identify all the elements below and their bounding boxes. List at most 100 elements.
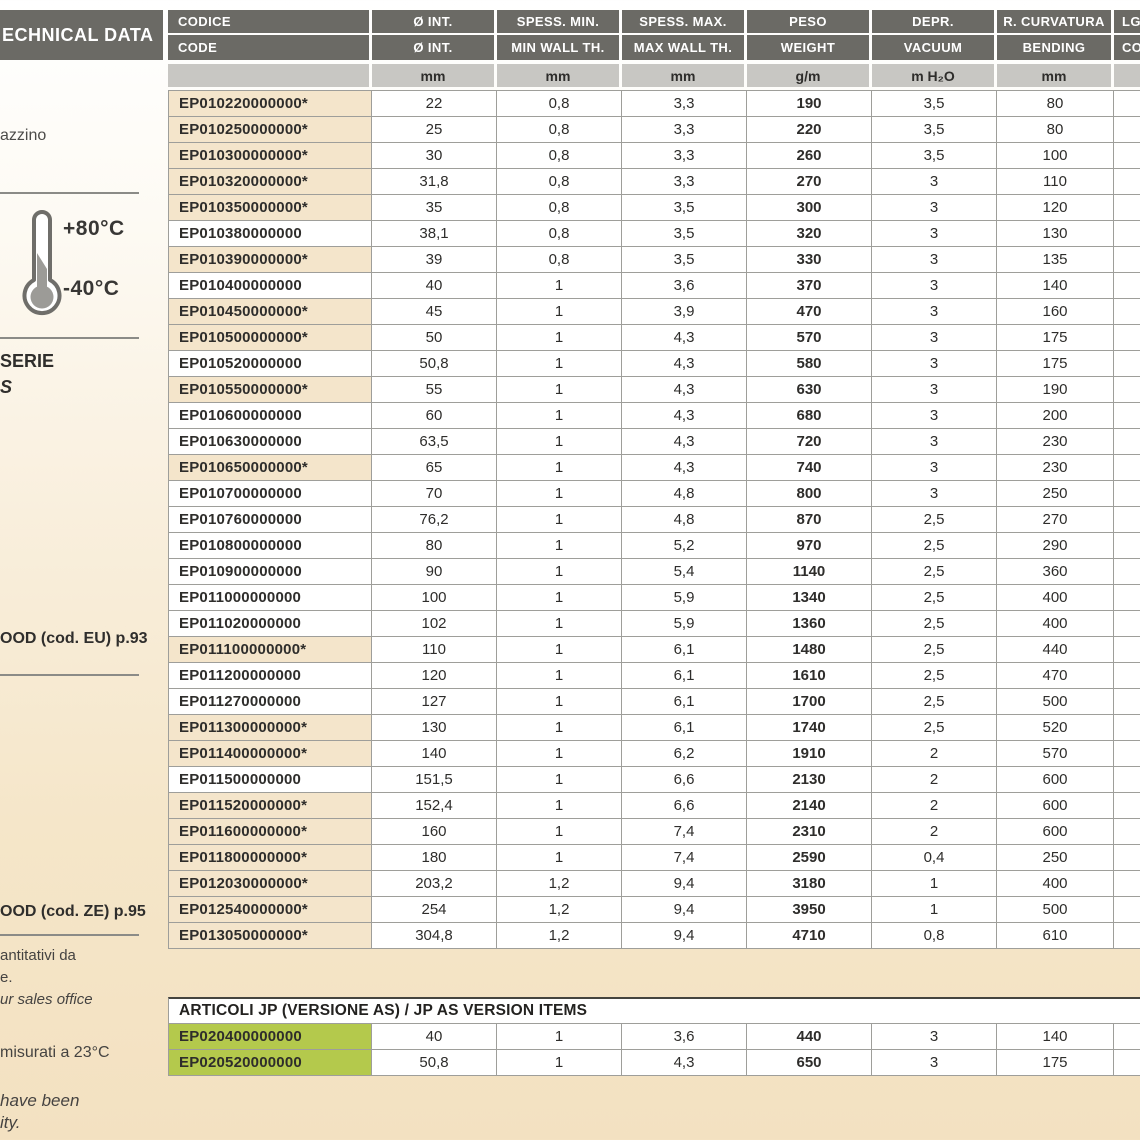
cell-value: 304,8 bbox=[372, 923, 497, 949]
cell-code: EP020400000000 bbox=[168, 1024, 372, 1050]
cell-value: 254 bbox=[372, 897, 497, 923]
cell-value: 2,5 bbox=[872, 507, 997, 533]
header-cell: mm bbox=[997, 64, 1114, 87]
table-row: EP011300000000*13016,117402,5520 bbox=[168, 715, 1140, 741]
cell-code: EP011200000000 bbox=[168, 663, 372, 689]
cell-code: EP012030000000* bbox=[168, 871, 372, 897]
cell-empty bbox=[1114, 91, 1140, 117]
cell-value: 3 bbox=[872, 299, 997, 325]
cell-value: 6,6 bbox=[622, 793, 747, 819]
header-cell: DEPR. bbox=[872, 10, 997, 33]
cell-value: 7,4 bbox=[622, 819, 747, 845]
header-cell: CODICE bbox=[168, 10, 372, 33]
cell-value: 6,1 bbox=[622, 663, 747, 689]
header-cell: CODE bbox=[168, 35, 372, 60]
cell-value: 203,2 bbox=[372, 871, 497, 897]
table-row: EP010320000000*31,80,83,32703110 bbox=[168, 169, 1140, 195]
cell-value: 610 bbox=[997, 923, 1114, 949]
cell-value: 3180 bbox=[747, 871, 872, 897]
cell-code: EP011000000000 bbox=[168, 585, 372, 611]
cell-value: 600 bbox=[997, 819, 1114, 845]
cell-code: EP010350000000* bbox=[168, 195, 372, 221]
cell-empty bbox=[1114, 559, 1140, 585]
cell-empty bbox=[1114, 299, 1140, 325]
cell-empty bbox=[1114, 871, 1140, 897]
cell-value: 1610 bbox=[747, 663, 872, 689]
cell-value: 0,8 bbox=[497, 143, 622, 169]
cell-value: 190 bbox=[747, 91, 872, 117]
cell-empty bbox=[1114, 507, 1140, 533]
header-cell: CO bbox=[1114, 35, 1140, 60]
cell-code: EP011100000000* bbox=[168, 637, 372, 663]
table-row: EP0106000000006014,36803200 bbox=[168, 403, 1140, 429]
cell-value: 3 bbox=[872, 1050, 997, 1076]
cell-code: EP010550000000* bbox=[168, 377, 372, 403]
cell-value: 1340 bbox=[747, 585, 872, 611]
cell-value: 1 bbox=[497, 767, 622, 793]
cell-empty bbox=[1114, 455, 1140, 481]
cell-value: 6,1 bbox=[622, 637, 747, 663]
cell-value: 4,3 bbox=[622, 351, 747, 377]
table-row: EP013050000000*304,81,29,447100,8610 bbox=[168, 923, 1140, 949]
footnote-english-line2: ity. bbox=[0, 1113, 20, 1133]
cell-empty bbox=[1114, 793, 1140, 819]
series-label-line1: SERIE bbox=[0, 351, 54, 372]
cell-value: 270 bbox=[747, 169, 872, 195]
cell-value: 160 bbox=[372, 819, 497, 845]
cell-value: 3,3 bbox=[622, 169, 747, 195]
table-body: EP010220000000*220,83,31903,580EP0102500… bbox=[168, 90, 1140, 949]
cell-value: 3,5 bbox=[872, 143, 997, 169]
cell-value: 440 bbox=[997, 637, 1114, 663]
table-row: EP010300000000*300,83,32603,5100 bbox=[168, 143, 1140, 169]
cell-value: 4710 bbox=[747, 923, 872, 949]
cell-value: 1140 bbox=[747, 559, 872, 585]
cell-value: 1 bbox=[497, 533, 622, 559]
temperature-min-label: -40°C bbox=[63, 277, 119, 301]
cell-value: 1 bbox=[497, 481, 622, 507]
cell-value: 1 bbox=[497, 845, 622, 871]
cell-value: 160 bbox=[997, 299, 1114, 325]
cell-code: EP011300000000* bbox=[168, 715, 372, 741]
cell-value: 470 bbox=[997, 663, 1114, 689]
cell-value: 0,8 bbox=[497, 91, 622, 117]
footnote-min-quantity-line3: ur sales office bbox=[0, 991, 93, 1008]
cell-value: 1360 bbox=[747, 611, 872, 637]
cell-value: 3,6 bbox=[622, 273, 747, 299]
cell-empty bbox=[1114, 481, 1140, 507]
cell-value: 1 bbox=[497, 377, 622, 403]
cell-value: 80 bbox=[997, 91, 1114, 117]
table-row: EP0108000000008015,29702,5290 bbox=[168, 533, 1140, 559]
table-header-row-en: CODEØ INT.MIN WALL TH.MAX WALL TH.WEIGHT… bbox=[168, 35, 1140, 60]
cell-value: 4,3 bbox=[622, 455, 747, 481]
cell-value: 500 bbox=[997, 897, 1114, 923]
cell-value: 1 bbox=[497, 273, 622, 299]
table-row: EP0204000000004013,64403140 bbox=[168, 1024, 1140, 1050]
cell-value: 4,8 bbox=[622, 507, 747, 533]
cell-value: 190 bbox=[997, 377, 1114, 403]
footnote-min-quantity-line2: e. bbox=[0, 969, 13, 986]
header-cell: R. CURVATURA bbox=[997, 10, 1114, 33]
header-cell: BENDING bbox=[997, 35, 1114, 60]
cell-value: 5,9 bbox=[622, 611, 747, 637]
table-row: EP010350000000*350,83,53003120 bbox=[168, 195, 1140, 221]
cell-value: 35 bbox=[372, 195, 497, 221]
sidebar-divider bbox=[0, 934, 139, 936]
cell-value: 130 bbox=[997, 221, 1114, 247]
cell-empty bbox=[1114, 247, 1140, 273]
table-row: EP01076000000076,214,88702,5270 bbox=[168, 507, 1140, 533]
cell-value: 290 bbox=[997, 533, 1114, 559]
table-row: EP010220000000*220,83,31903,580 bbox=[168, 91, 1140, 117]
cell-value: 80 bbox=[997, 117, 1114, 143]
cell-value: 2,5 bbox=[872, 715, 997, 741]
cell-value: 3950 bbox=[747, 897, 872, 923]
cell-empty bbox=[1114, 273, 1140, 299]
cell-empty bbox=[1114, 1024, 1140, 1050]
cell-value: 1 bbox=[497, 637, 622, 663]
cell-empty bbox=[1114, 377, 1140, 403]
temperature-max-label: +80°C bbox=[63, 217, 125, 241]
cell-value: 440 bbox=[747, 1024, 872, 1050]
cell-value: 1 bbox=[497, 1050, 622, 1076]
cell-value: 250 bbox=[997, 481, 1114, 507]
cell-value: 25 bbox=[372, 117, 497, 143]
cell-value: 1 bbox=[497, 793, 622, 819]
